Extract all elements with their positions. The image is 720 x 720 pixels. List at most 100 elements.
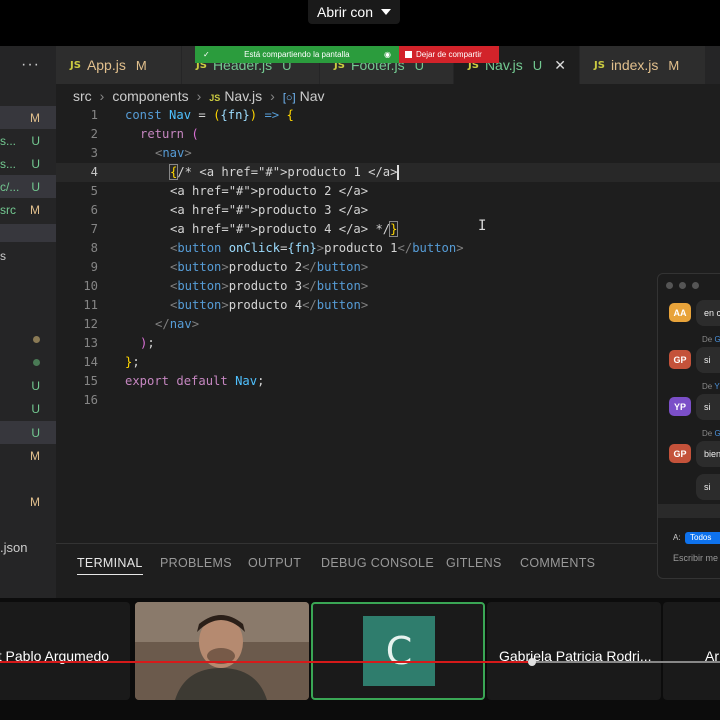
top-bar: Abrir con	[0, 0, 720, 46]
breadcrumb-item[interactable]: src	[73, 88, 92, 104]
tab-status: M	[668, 57, 680, 73]
code-line: 1 const Nav = ({fn}) => {	[90, 108, 294, 122]
avatar: GP	[669, 444, 691, 463]
participant-tile[interactable]: rit Pablo Argumedo	[0, 602, 130, 700]
sharing-text: Está compartiendo la pantalla	[244, 50, 350, 59]
untracked-dot-icon	[33, 359, 40, 366]
code-line: 7 <a href="#">producto 4 </a> */}	[90, 221, 399, 237]
tab-comments[interactable]: COMMENTS	[520, 556, 595, 570]
sidebar-item[interactable]: U	[0, 374, 56, 397]
sidebar-section[interactable]	[0, 224, 56, 242]
code-line: 14};	[83, 355, 140, 369]
chat-panel: AA en c De G GP si De Y YP si De G GP bi…	[657, 273, 720, 579]
window-control[interactable]	[666, 282, 673, 289]
more-actions-button[interactable]: ···	[0, 46, 56, 84]
code-line: 4 {/* <a href="#">producto 1 </a>	[56, 163, 720, 182]
code-line: 9 <button>producto 2</button>	[90, 260, 369, 274]
stop-icon	[405, 51, 412, 58]
tab-label: index.js	[610, 57, 659, 73]
chevron-right-icon: ›	[196, 88, 202, 104]
code-line: 12 </nav>	[83, 317, 200, 331]
js-file-icon: JS	[70, 59, 81, 71]
chat-message: bien	[696, 441, 720, 467]
code-line: 10 <button>producto 3</button>	[83, 279, 369, 293]
tab-gitlens[interactable]: GITLENS	[446, 556, 502, 570]
sidebar-item[interactable]: c/... U	[0, 175, 56, 198]
video-progress-bar[interactable]	[0, 661, 530, 663]
tab-debug-console[interactable]: DEBUG CONSOLE	[321, 556, 434, 570]
tab-label: App.js	[86, 57, 126, 73]
chevron-right-icon: ›	[270, 88, 275, 104]
explorer-sidebar: M s... U s... U c/... U src M s U U U M M .j…	[0, 84, 56, 598]
code-line: 5 <a href="#">producto 2 </a>	[90, 184, 369, 198]
person-video-icon	[135, 602, 309, 700]
text-cursor	[397, 165, 400, 180]
tab-app-js[interactable]: JS App.js M	[56, 46, 182, 84]
avatar: C	[363, 616, 435, 686]
symbol-icon: [○]	[282, 92, 296, 104]
participant-video[interactable]	[135, 602, 309, 700]
caret-down-icon	[381, 9, 392, 15]
sidebar-item[interactable]: .json	[0, 536, 56, 559]
bottom-panel: TERMINAL PROBLEMS OUTPUT DEBUG CONSOLE G…	[56, 543, 720, 598]
js-file-icon: JS	[594, 59, 605, 71]
code-line: 3 <nav>	[90, 146, 192, 160]
vscode-window: ··· JS App.js M JS Header.js U JS Footer…	[0, 46, 720, 598]
tab-index-js[interactable]: JS index.js M	[580, 46, 706, 84]
breadcrumb-item[interactable]: JS Nav.js	[209, 88, 262, 104]
stop-sharing-label: Dejar de compartir	[416, 50, 482, 59]
code-line: 6 <a href="#">producto 3 </a>	[90, 203, 369, 217]
recipient-select[interactable]: Todos	[685, 532, 720, 544]
breadcrumb: src › components › JS Nav.js › [○] Nav	[73, 86, 325, 106]
sidebar-item[interactable]: M	[0, 106, 56, 129]
sidebar-item[interactable]: src M	[0, 198, 56, 221]
js-file-icon: JS	[209, 93, 221, 103]
sidebar-item[interactable]: U	[0, 397, 56, 420]
avatar: GP	[669, 350, 691, 369]
close-icon[interactable]: ✕	[554, 57, 566, 74]
screen-share-banner: ✓ Está compartiendo la pantalla ◉ Dejar …	[195, 46, 499, 63]
participant-tile[interactable]: C	[311, 602, 485, 700]
code-line: 13);	[83, 336, 155, 350]
sidebar-item[interactable]: M	[0, 490, 56, 513]
stop-sharing-button[interactable]: Dejar de compartir	[399, 46, 499, 63]
chat-message: en c	[696, 300, 720, 326]
sidebar-item[interactable]	[0, 351, 56, 374]
tab-output[interactable]: OUTPUT	[248, 556, 301, 570]
recipient-label: A:	[673, 533, 681, 542]
code-line: 2 return (	[90, 127, 199, 141]
participants-strip: rit Pablo Argumedo C Gabriela Patricia R…	[0, 598, 720, 720]
chat-input[interactable]: Escribir me	[673, 553, 718, 563]
sidebar-item[interactable]: M	[0, 444, 56, 467]
breadcrumb-item[interactable]: components	[112, 88, 188, 104]
shield-icon: ◉	[384, 50, 391, 59]
video-progress-remaining	[530, 661, 720, 663]
chevron-right-icon: ›	[99, 88, 105, 104]
code-line: 8 <button onClick={fn}>producto 1</button…	[90, 241, 464, 255]
sharing-indicator: ✓ Está compartiendo la pantalla ◉	[195, 46, 399, 63]
tab-status: M	[135, 57, 147, 73]
sidebar-item[interactable]: s... U	[0, 152, 56, 175]
code-line: 15 export default Nav;	[83, 374, 265, 388]
breadcrumb-item[interactable]: [○] Nav	[283, 88, 325, 104]
sidebar-item[interactable]: s... U	[0, 129, 56, 152]
tab-problems[interactable]: PROBLEMS	[160, 556, 232, 570]
participant-tile[interactable]: Gabriela Patricia Rodri...	[487, 602, 661, 700]
video-progress-handle[interactable]	[528, 658, 536, 666]
chat-message: si	[696, 347, 720, 373]
window-control[interactable]	[692, 282, 699, 289]
open-with-button[interactable]: Abrir con	[308, 0, 400, 24]
sidebar-item[interactable]: s	[0, 244, 56, 267]
participant-tile[interactable]: Ar	[663, 602, 720, 700]
avatar: YP	[669, 397, 691, 416]
open-with-label: Abrir con	[316, 4, 374, 20]
divider	[658, 504, 720, 518]
sidebar-item[interactable]	[0, 328, 56, 351]
tab-terminal[interactable]: TERMINAL	[77, 556, 143, 575]
sidebar-item[interactable]: U	[0, 421, 56, 444]
code-line: 16	[83, 393, 98, 407]
modified-dot-icon	[33, 336, 40, 343]
chat-message: si	[696, 394, 720, 420]
chat-message: si	[696, 474, 720, 500]
window-control[interactable]	[679, 282, 686, 289]
